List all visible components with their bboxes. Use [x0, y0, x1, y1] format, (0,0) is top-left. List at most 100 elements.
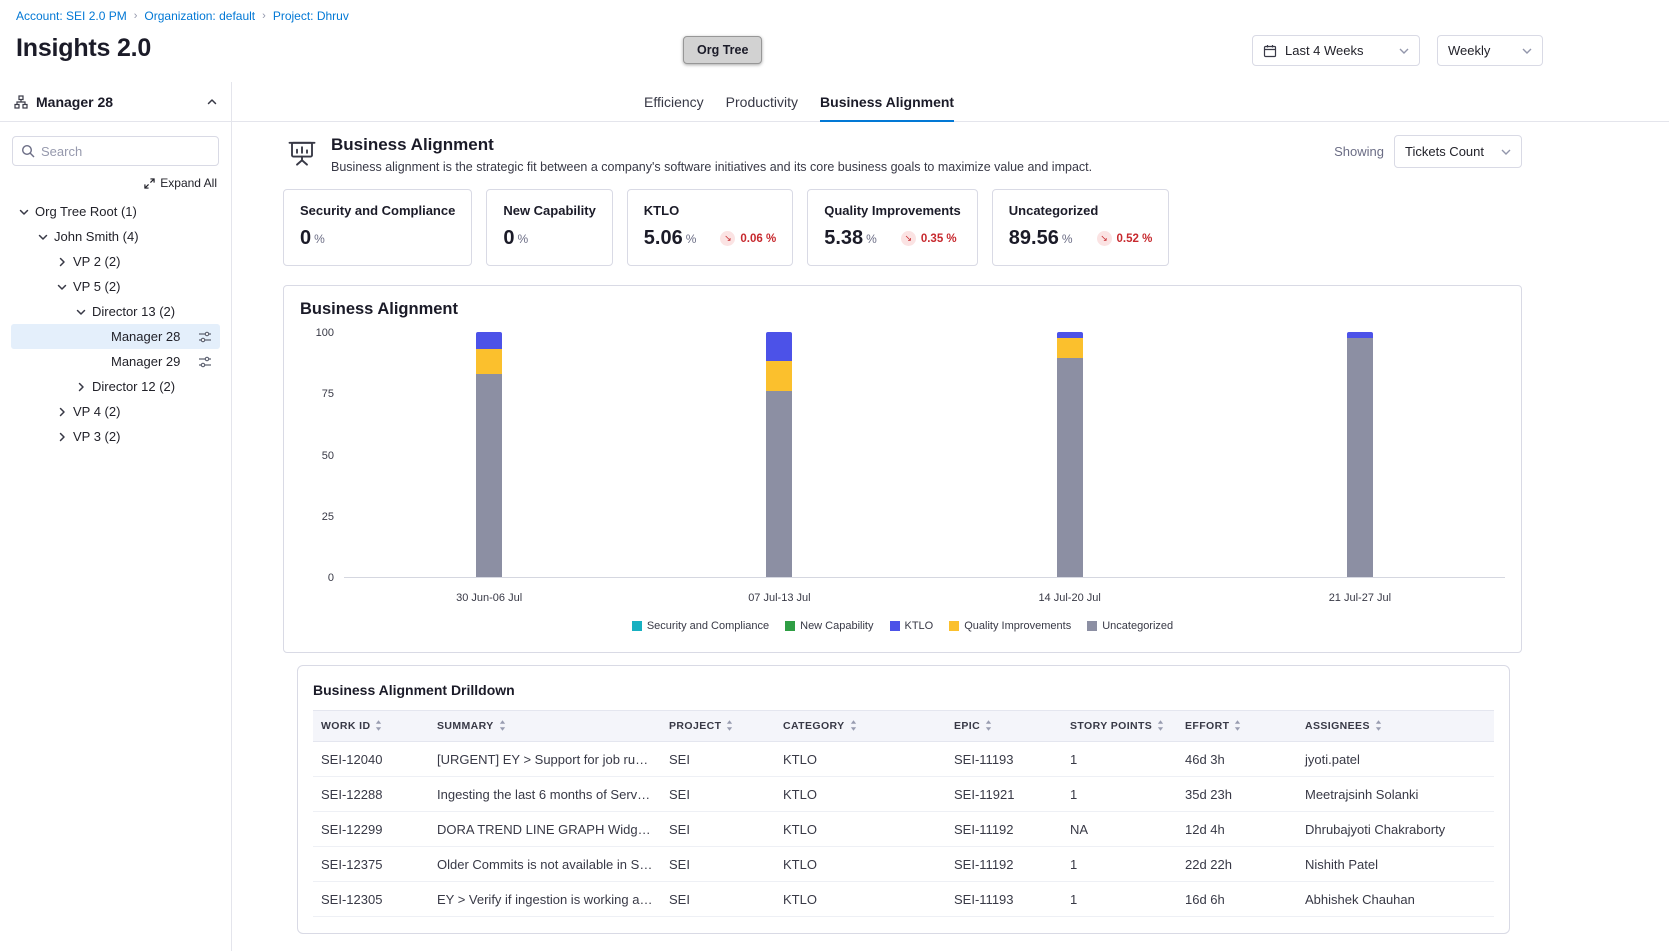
filter-sliders-icon[interactable] — [198, 330, 212, 344]
chevron-right-icon[interactable] — [74, 382, 88, 392]
tree-item-manager-29[interactable]: Manager 29 — [11, 349, 220, 374]
table-cell: SEI-12040 — [313, 742, 429, 777]
sort-icon[interactable] — [1157, 720, 1164, 731]
stat-card-value: 5.06 — [644, 227, 683, 250]
metric-select[interactable]: Tickets Count — [1394, 135, 1522, 168]
breadcrumb-link-project[interactable]: Project: Dhruv — [273, 9, 349, 23]
breadcrumb-link-organization[interactable]: Organization: default — [144, 9, 255, 23]
sort-icon[interactable] — [375, 720, 382, 731]
column-header-effort[interactable]: EFFORT — [1177, 711, 1297, 742]
tree-item-director-13-2[interactable]: Director 13 (2) — [11, 299, 220, 324]
chevron-right-icon[interactable] — [55, 257, 69, 267]
bar-segment-ktlo[interactable] — [476, 332, 502, 349]
column-header-category[interactable]: CATEGORY — [775, 711, 946, 742]
bar-segment-uncategorized[interactable] — [1347, 338, 1373, 577]
bar-segment-uncategorized[interactable] — [766, 391, 792, 577]
table-cell: KTLO — [775, 847, 946, 882]
tree-item-director-12-2[interactable]: Director 12 (2) — [11, 374, 220, 399]
tab-efficiency[interactable]: Efficiency — [644, 82, 704, 121]
expand-all-button[interactable]: Expand All — [14, 176, 217, 190]
table-row[interactable]: SEI-12305EY > Verify if ingestion is wor… — [313, 882, 1494, 917]
bar-segment-quality-improvements[interactable] — [1057, 338, 1083, 358]
table-cell: Ingesting the last 6 months of ServiceN.… — [429, 777, 661, 812]
chevron-right-icon[interactable] — [55, 432, 69, 442]
tree-item-label: Manager 28 — [111, 329, 180, 344]
stacked-bar[interactable] — [476, 332, 502, 577]
tree-item-vp-5-2[interactable]: VP 5 (2) — [11, 274, 220, 299]
legend-item-security-and-compliance[interactable]: Security and Compliance — [632, 620, 769, 632]
stat-delta-badge: ↘0.52 % — [1097, 231, 1153, 246]
granularity-select[interactable]: Weekly — [1437, 35, 1543, 66]
stat-card-value: 0 — [503, 227, 514, 250]
search-input[interactable] — [41, 144, 210, 159]
y-axis-tick: 100 — [316, 327, 334, 339]
table-cell: 1 — [1062, 847, 1177, 882]
org-tree-button[interactable]: Org Tree — [683, 36, 762, 64]
tree-item-vp-3-2[interactable]: VP 3 (2) — [11, 424, 220, 449]
table-row[interactable]: SEI-12375Older Commits is not available … — [313, 847, 1494, 882]
legend-item-uncategorized[interactable]: Uncategorized — [1087, 620, 1173, 632]
tab-business-alignment[interactable]: Business Alignment — [820, 82, 954, 121]
tree-item-manager-28[interactable]: Manager 28 — [11, 324, 220, 349]
table-cell: 22d 22h — [1177, 847, 1297, 882]
bar-segment-ktlo[interactable] — [766, 332, 792, 361]
chevron-right-icon[interactable] — [55, 407, 69, 417]
breadcrumb-link-account[interactable]: Account: SEI 2.0 PM — [16, 9, 127, 23]
legend-label: Quality Improvements — [964, 620, 1071, 632]
chevron-down-icon[interactable] — [17, 207, 31, 217]
column-header-assignees[interactable]: ASSIGNEES — [1297, 711, 1494, 742]
legend-item-ktlo[interactable]: KTLO — [890, 620, 934, 632]
bar-segment-quality-improvements[interactable] — [766, 361, 792, 390]
column-header-project[interactable]: PROJECT — [661, 711, 775, 742]
stacked-bar[interactable] — [1347, 332, 1373, 577]
collapse-chevron-up-icon[interactable] — [207, 97, 217, 107]
chevron-down-icon — [1501, 149, 1511, 155]
column-header-summary[interactable]: SUMMARY — [429, 711, 661, 742]
tree-item-label: VP 5 (2) — [73, 279, 120, 294]
section-text: Business Alignment Business alignment is… — [331, 135, 1092, 174]
column-header-epic[interactable]: EPIC — [946, 711, 1062, 742]
sort-icon[interactable] — [850, 720, 857, 731]
column-header-story-points[interactable]: STORY POINTS — [1062, 711, 1177, 742]
date-range-select[interactable]: Last 4 Weeks — [1252, 35, 1420, 66]
bar-segment-quality-improvements[interactable] — [476, 349, 502, 374]
table-row[interactable]: SEI-12299DORA TREND LINE GRAPH Widgets i… — [313, 812, 1494, 847]
tree-item-john-smith-4[interactable]: John Smith (4) — [11, 224, 220, 249]
tree-item-org-tree-root-1[interactable]: Org Tree Root (1) — [11, 199, 220, 224]
tab-productivity[interactable]: Productivity — [726, 82, 798, 121]
chart-legend: Security and Compliance New Capability KTL… — [300, 620, 1505, 632]
table-title: Business Alignment Drilldown — [313, 682, 1494, 698]
chevron-down-icon[interactable] — [55, 282, 69, 292]
table-cell: KTLO — [775, 777, 946, 812]
filter-sliders-icon[interactable] — [198, 355, 212, 369]
legend-item-new-capability[interactable]: New Capability — [785, 620, 873, 632]
legend-item-quality-improvements[interactable]: Quality Improvements — [949, 620, 1071, 632]
stacked-bar[interactable] — [766, 332, 792, 577]
stacked-bar[interactable] — [1057, 332, 1083, 577]
sort-icon[interactable] — [1234, 720, 1241, 731]
legend-swatch — [949, 621, 959, 631]
bar-segment-uncategorized[interactable] — [476, 374, 502, 577]
column-header-label: CATEGORY — [783, 720, 845, 732]
sort-icon[interactable] — [499, 720, 506, 731]
sort-icon[interactable] — [726, 720, 733, 731]
chevron-down-icon — [1399, 48, 1409, 54]
presentation-chart-icon — [283, 135, 321, 173]
tree-item-label: VP 3 (2) — [73, 429, 120, 444]
sort-icon[interactable] — [985, 720, 992, 731]
sort-icon[interactable] — [1375, 720, 1382, 731]
column-header-work-id[interactable]: WORK ID — [313, 711, 429, 742]
stat-card-unit: % — [314, 232, 325, 246]
table-row[interactable]: SEI-12040[URGENT] EY > Support for job r… — [313, 742, 1494, 777]
chevron-down-icon[interactable] — [36, 232, 50, 242]
bar-group — [344, 333, 634, 577]
table-row[interactable]: SEI-12288Ingesting the last 6 months of … — [313, 777, 1494, 812]
table-cell: EY > Verify if ingestion is working as e… — [429, 882, 661, 917]
bar-segment-uncategorized[interactable] — [1057, 358, 1083, 577]
chevron-down-icon[interactable] — [74, 307, 88, 317]
stat-cards-row: Security and Compliance0%New Capability0… — [283, 189, 1669, 266]
tree-item-vp-4-2[interactable]: VP 4 (2) — [11, 399, 220, 424]
showing-control: Showing Tickets Count — [1334, 135, 1522, 168]
column-header-label: SUMMARY — [437, 720, 494, 732]
tree-item-vp-2-2[interactable]: VP 2 (2) — [11, 249, 220, 274]
